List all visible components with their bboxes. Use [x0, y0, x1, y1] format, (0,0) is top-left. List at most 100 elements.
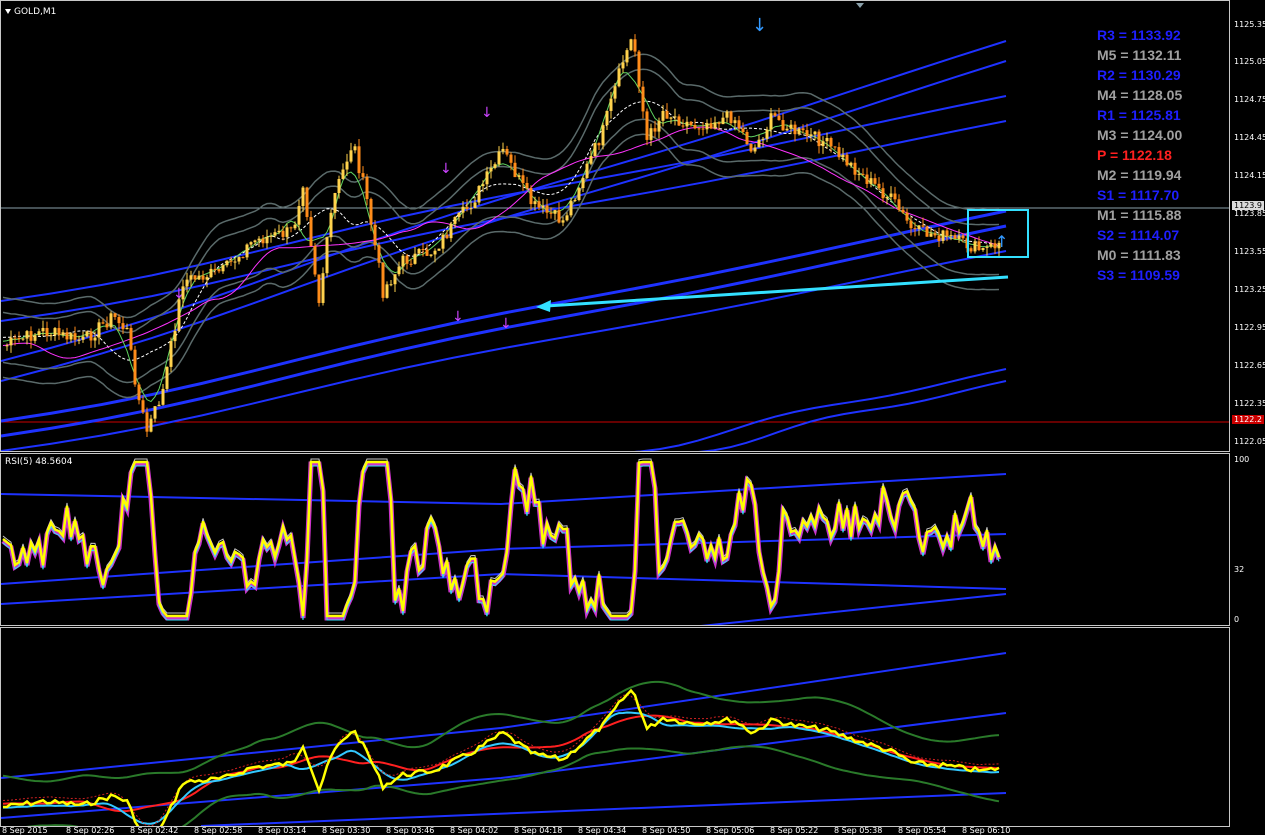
candle	[989, 239, 993, 249]
candle	[925, 225, 929, 237]
price-tick-label: 1123.25	[1234, 285, 1265, 294]
price-tick-label: 1124.45	[1234, 133, 1265, 142]
candle	[489, 160, 493, 179]
candle	[593, 142, 597, 158]
time-tick-label: 8 Sep 03:30	[322, 826, 371, 835]
candle	[525, 176, 529, 190]
candle	[529, 185, 533, 210]
bollinger-band-1	[2, 68, 1000, 334]
candle	[569, 197, 573, 218]
candle	[809, 128, 813, 142]
rsi-channel-bottom	[700, 593, 1007, 625]
rsi-indicator-pane[interactable]: RSI(5) 48.5604	[0, 453, 1230, 626]
candle	[201, 270, 205, 283]
candle	[701, 122, 705, 136]
candle	[817, 129, 821, 154]
pivot-levels-panel: R3 = 1133.92 M5 = 1132.11 R2 = 1130.29 M4 =…	[1097, 25, 1182, 285]
candle	[625, 48, 629, 67]
candle	[289, 226, 293, 233]
candle	[889, 186, 893, 201]
price-chart-canvas[interactable]: ↓ ↓ ↓ ↓ ↓ ↓ ↑	[1, 1, 1229, 451]
candle	[437, 248, 441, 251]
candle	[405, 253, 409, 270]
dropdown-triangle-icon[interactable]	[5, 9, 11, 14]
candle	[313, 242, 317, 277]
candle	[721, 112, 725, 125]
candle	[685, 116, 689, 134]
candle	[241, 256, 245, 259]
candle	[553, 209, 557, 221]
time-tick-label: 8 Sep 03:46	[386, 826, 435, 835]
candle	[357, 139, 361, 179]
candle	[477, 184, 481, 206]
candle	[705, 119, 709, 134]
price-tick-label: 1125.35	[1234, 20, 1265, 29]
candle	[325, 236, 329, 278]
pivot-level-5: M3 = 1124.00	[1097, 127, 1183, 143]
price-tick-label: 1124.15	[1234, 171, 1265, 180]
candle	[353, 143, 357, 154]
candle	[633, 34, 637, 57]
candle	[581, 175, 585, 192]
rsi-canvas[interactable]	[1, 454, 1229, 625]
candle	[365, 173, 369, 206]
candle	[321, 267, 325, 306]
bollinger-band-0	[2, 53, 1000, 319]
pivot-level-0: R3 = 1133.92	[1097, 27, 1181, 43]
candle	[769, 107, 773, 137]
candle	[857, 167, 861, 181]
pivot-level-2: R2 = 1130.29	[1097, 67, 1181, 83]
candle	[449, 221, 453, 242]
time-axis[interactable]: 8 Sep 2015 8 Sep 02:26 8 Sep 02:42 8 Sep 02…	[0, 826, 1230, 835]
candle	[57, 320, 61, 340]
candle	[341, 163, 345, 180]
candle	[153, 406, 157, 423]
chart-symbol-title[interactable]: GOLD,M1	[5, 7, 56, 17]
candle	[329, 209, 333, 242]
candle	[781, 113, 785, 131]
candle	[621, 55, 625, 73]
candle	[545, 198, 549, 219]
candle	[825, 132, 829, 149]
pivot-level-7: M2 = 1119.94	[1097, 167, 1182, 183]
candle	[389, 280, 393, 287]
candle	[853, 157, 857, 181]
arrow-head-icon	[536, 300, 551, 312]
candle	[497, 146, 501, 167]
price-chart-pane[interactable]: ↓ ↓ ↓ ↓ ↓ ↓ ↑ GOLD,M1 R3 = 1133.92 M5 = 1132.11…	[0, 0, 1230, 452]
candle	[981, 247, 985, 252]
price-axis[interactable]: 1125.35 1125.05 1124.75 1124.45 1124.15 1123.…	[1230, 0, 1265, 452]
candle	[177, 298, 181, 331]
time-tick-label: 8 Sep 05:38	[834, 826, 883, 835]
oscillator-pane[interactable]	[0, 627, 1230, 827]
candle	[669, 116, 673, 124]
candle	[45, 321, 49, 342]
candle	[161, 383, 165, 406]
fractal-arrow-icon: ↓	[173, 286, 185, 302]
rsi-axis: 100 32 0	[1230, 453, 1265, 626]
candle	[957, 229, 961, 243]
fractal-arrow-icon: ↓	[452, 309, 464, 325]
candle	[93, 331, 97, 348]
candle	[861, 168, 865, 176]
candle	[697, 127, 701, 136]
pivot-level-10: S2 = 1114.07	[1097, 227, 1180, 243]
oscillator-canvas[interactable]	[1, 628, 1229, 826]
candle	[689, 121, 693, 127]
osc-channel-high	[1, 652, 1007, 779]
candle	[833, 146, 837, 150]
candle	[333, 192, 337, 220]
candle	[129, 324, 133, 351]
candle	[237, 256, 241, 265]
candle	[385, 281, 389, 299]
candle	[309, 210, 313, 247]
candle	[217, 269, 221, 274]
candle	[213, 263, 217, 275]
candle	[745, 129, 749, 145]
candle	[937, 227, 941, 247]
candle	[73, 326, 77, 346]
price-tick-label: 1123.55	[1234, 247, 1265, 256]
candle	[29, 326, 33, 349]
candle	[261, 234, 265, 248]
candle	[677, 114, 681, 127]
